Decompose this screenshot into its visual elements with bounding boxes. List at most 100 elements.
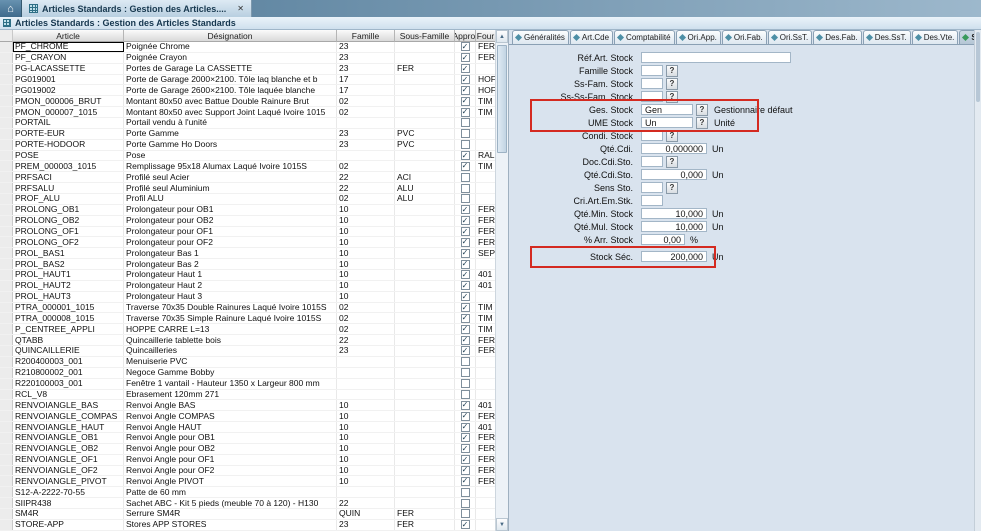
row-selector[interactable] bbox=[0, 357, 13, 367]
column-header-sous-famille[interactable]: Sous-Famille bbox=[395, 30, 455, 42]
cell-four[interactable]: FER bbox=[476, 216, 495, 226]
cell-famille[interactable] bbox=[337, 357, 395, 367]
cell-famille[interactable]: 10 bbox=[337, 216, 395, 226]
cell-famille[interactable]: 10 bbox=[337, 422, 395, 432]
cell-sous-famille[interactable] bbox=[395, 216, 455, 226]
appro-checkbox[interactable] bbox=[461, 433, 470, 442]
row-selector[interactable] bbox=[0, 422, 13, 432]
cell-famille[interactable]: 17 bbox=[337, 85, 395, 95]
row-selector[interactable] bbox=[0, 183, 13, 193]
row-selector[interactable] bbox=[0, 390, 13, 400]
cell-designation[interactable]: Renvoi Angle COMPAS bbox=[124, 411, 337, 421]
cell-article[interactable]: RENVOIANGLE_COMPAS bbox=[13, 411, 124, 421]
cell-designation[interactable]: Prolongateur pour OB2 bbox=[124, 216, 337, 226]
cell-sous-famille[interactable] bbox=[395, 487, 455, 497]
row-selector[interactable] bbox=[0, 379, 13, 389]
table-row[interactable]: PG019001Porte de Garage 2000×2100. Tôle … bbox=[0, 75, 495, 86]
appro-checkbox[interactable] bbox=[461, 379, 470, 388]
field-cri-art-em-stk[interactable] bbox=[641, 195, 663, 206]
cell-famille[interactable]: 10 bbox=[337, 455, 395, 465]
scrollbar-thumb[interactable] bbox=[497, 45, 507, 153]
cell-article[interactable]: PMON_000006_BRUT bbox=[13, 96, 124, 106]
cell-four[interactable]: FER bbox=[476, 237, 495, 247]
cell-article[interactable]: PROLONG_OF2 bbox=[13, 237, 124, 247]
cell-article[interactable]: RENVOIANGLE_OB2 bbox=[13, 444, 124, 454]
cell-famille[interactable]: 10 bbox=[337, 270, 395, 280]
cell-famille[interactable]: 10 bbox=[337, 205, 395, 215]
lookup-button[interactable]: ? bbox=[666, 78, 678, 90]
cell-four[interactable]: FER bbox=[476, 455, 495, 465]
cell-article[interactable]: RENVOIANGLE_BAS bbox=[13, 400, 124, 410]
appro-checkbox[interactable] bbox=[461, 64, 470, 73]
cell-article[interactable]: PROL_HAUT3 bbox=[13, 292, 124, 302]
cell-designation[interactable]: Renvoi Angle HAUT bbox=[124, 422, 337, 432]
cell-designation[interactable]: Prolongateur Haut 1 bbox=[124, 270, 337, 280]
row-selector[interactable] bbox=[0, 313, 13, 323]
appro-checkbox[interactable] bbox=[461, 390, 470, 399]
cell-article[interactable]: PROL_HAUT1 bbox=[13, 270, 124, 280]
cell-designation[interactable]: Prolongateur pour OB1 bbox=[124, 205, 337, 215]
lookup-button[interactable]: ? bbox=[666, 91, 678, 103]
cell-four[interactable] bbox=[476, 183, 495, 193]
table-row[interactable]: RENVOIANGLE_OF1Renvoi Angle pour OF110FE… bbox=[0, 455, 495, 466]
table-row[interactable]: P_CENTREE_APPLIHOPPE CARRE L=1302TIM bbox=[0, 324, 495, 335]
cell-sous-famille[interactable]: PVC bbox=[395, 129, 455, 139]
appro-checkbox[interactable] bbox=[461, 86, 470, 95]
table-row[interactable]: QUINCAILLERIEQuincailleries23FER bbox=[0, 346, 495, 357]
row-selector[interactable] bbox=[0, 42, 13, 52]
row-selector[interactable] bbox=[0, 172, 13, 182]
cell-article[interactable]: PROLONG_OF1 bbox=[13, 227, 124, 237]
tab-g-n-ralit-s[interactable]: Généralités bbox=[512, 30, 569, 44]
field-ume-stock[interactable]: Un bbox=[641, 117, 693, 128]
appro-checkbox[interactable] bbox=[461, 227, 470, 236]
cell-designation[interactable]: Prolongateur pour OF1 bbox=[124, 227, 337, 237]
cell-sous-famille[interactable]: ACI bbox=[395, 172, 455, 182]
cell-designation[interactable]: Porte Gamme bbox=[124, 129, 337, 139]
row-selector[interactable] bbox=[0, 498, 13, 508]
cell-famille[interactable]: 02 bbox=[337, 161, 395, 171]
cell-designation[interactable]: Fenêtre 1 vantail - Hauteur 1350 x Large… bbox=[124, 379, 337, 389]
lookup-button[interactable]: ? bbox=[666, 156, 678, 168]
cell-designation[interactable]: Negoce Gamme Bobby bbox=[124, 368, 337, 378]
cell-sous-famille[interactable]: ALU bbox=[395, 194, 455, 204]
cell-designation[interactable]: Traverse 70x35 Double Rainures Laqué Ivo… bbox=[124, 303, 337, 313]
cell-four[interactable] bbox=[476, 487, 495, 497]
cell-designation[interactable]: Traverse 70x35 Simple Rainure Laqué Ivoi… bbox=[124, 313, 337, 323]
appro-checkbox[interactable] bbox=[461, 151, 470, 160]
cell-article[interactable]: PORTE-HODOOR bbox=[13, 140, 124, 150]
table-row[interactable]: PREM_000003_1015Remplissage 95x18 Alumax… bbox=[0, 161, 495, 172]
cell-four[interactable]: FER bbox=[476, 466, 495, 476]
cell-famille[interactable]: 10 bbox=[337, 237, 395, 247]
cell-famille[interactable]: 23 bbox=[337, 42, 395, 52]
cell-article[interactable]: QUINCAILLERIE bbox=[13, 346, 124, 356]
cell-sous-famille[interactable] bbox=[395, 346, 455, 356]
cell-four[interactable]: FER bbox=[476, 476, 495, 486]
cell-designation[interactable]: Porte Gamme Ho Doors bbox=[124, 140, 337, 150]
cell-sous-famille[interactable]: ALU bbox=[395, 183, 455, 193]
cell-four[interactable] bbox=[476, 509, 495, 519]
field-qt-mul-stock[interactable]: 10,000 bbox=[641, 221, 707, 232]
cell-famille[interactable]: 23 bbox=[337, 64, 395, 74]
row-selector[interactable] bbox=[0, 129, 13, 139]
cell-four[interactable] bbox=[476, 520, 495, 530]
cell-four[interactable] bbox=[476, 140, 495, 150]
table-row[interactable]: SM4RSerrure SM4RQUINFER bbox=[0, 509, 495, 520]
row-selector[interactable] bbox=[0, 53, 13, 63]
cell-sous-famille[interactable] bbox=[395, 96, 455, 106]
table-row[interactable]: STORE-APPStores APP STORES23FER bbox=[0, 520, 495, 531]
field-arr-stock[interactable]: 0,00 bbox=[641, 234, 685, 245]
appro-checkbox[interactable] bbox=[461, 260, 470, 269]
cell-four[interactable] bbox=[476, 379, 495, 389]
table-row[interactable]: PORTAILPortail vendu à l'unité bbox=[0, 118, 495, 129]
cell-famille[interactable]: 10 bbox=[337, 400, 395, 410]
cell-article[interactable]: RENVOIANGLE_OF2 bbox=[13, 466, 124, 476]
cell-article[interactable]: P_CENTREE_APPLI bbox=[13, 324, 124, 334]
cell-four[interactable]: FER bbox=[476, 227, 495, 237]
appro-checkbox[interactable] bbox=[461, 336, 470, 345]
lookup-button[interactable]: ? bbox=[666, 65, 678, 77]
appro-checkbox[interactable] bbox=[461, 520, 470, 529]
table-row[interactable]: PROL_BAS1Prolongateur Bas 110SEP bbox=[0, 248, 495, 259]
row-selector[interactable] bbox=[0, 487, 13, 497]
cell-four[interactable]: FER bbox=[476, 444, 495, 454]
cell-designation[interactable]: Portes de Garage La CASSETTE bbox=[124, 64, 337, 74]
